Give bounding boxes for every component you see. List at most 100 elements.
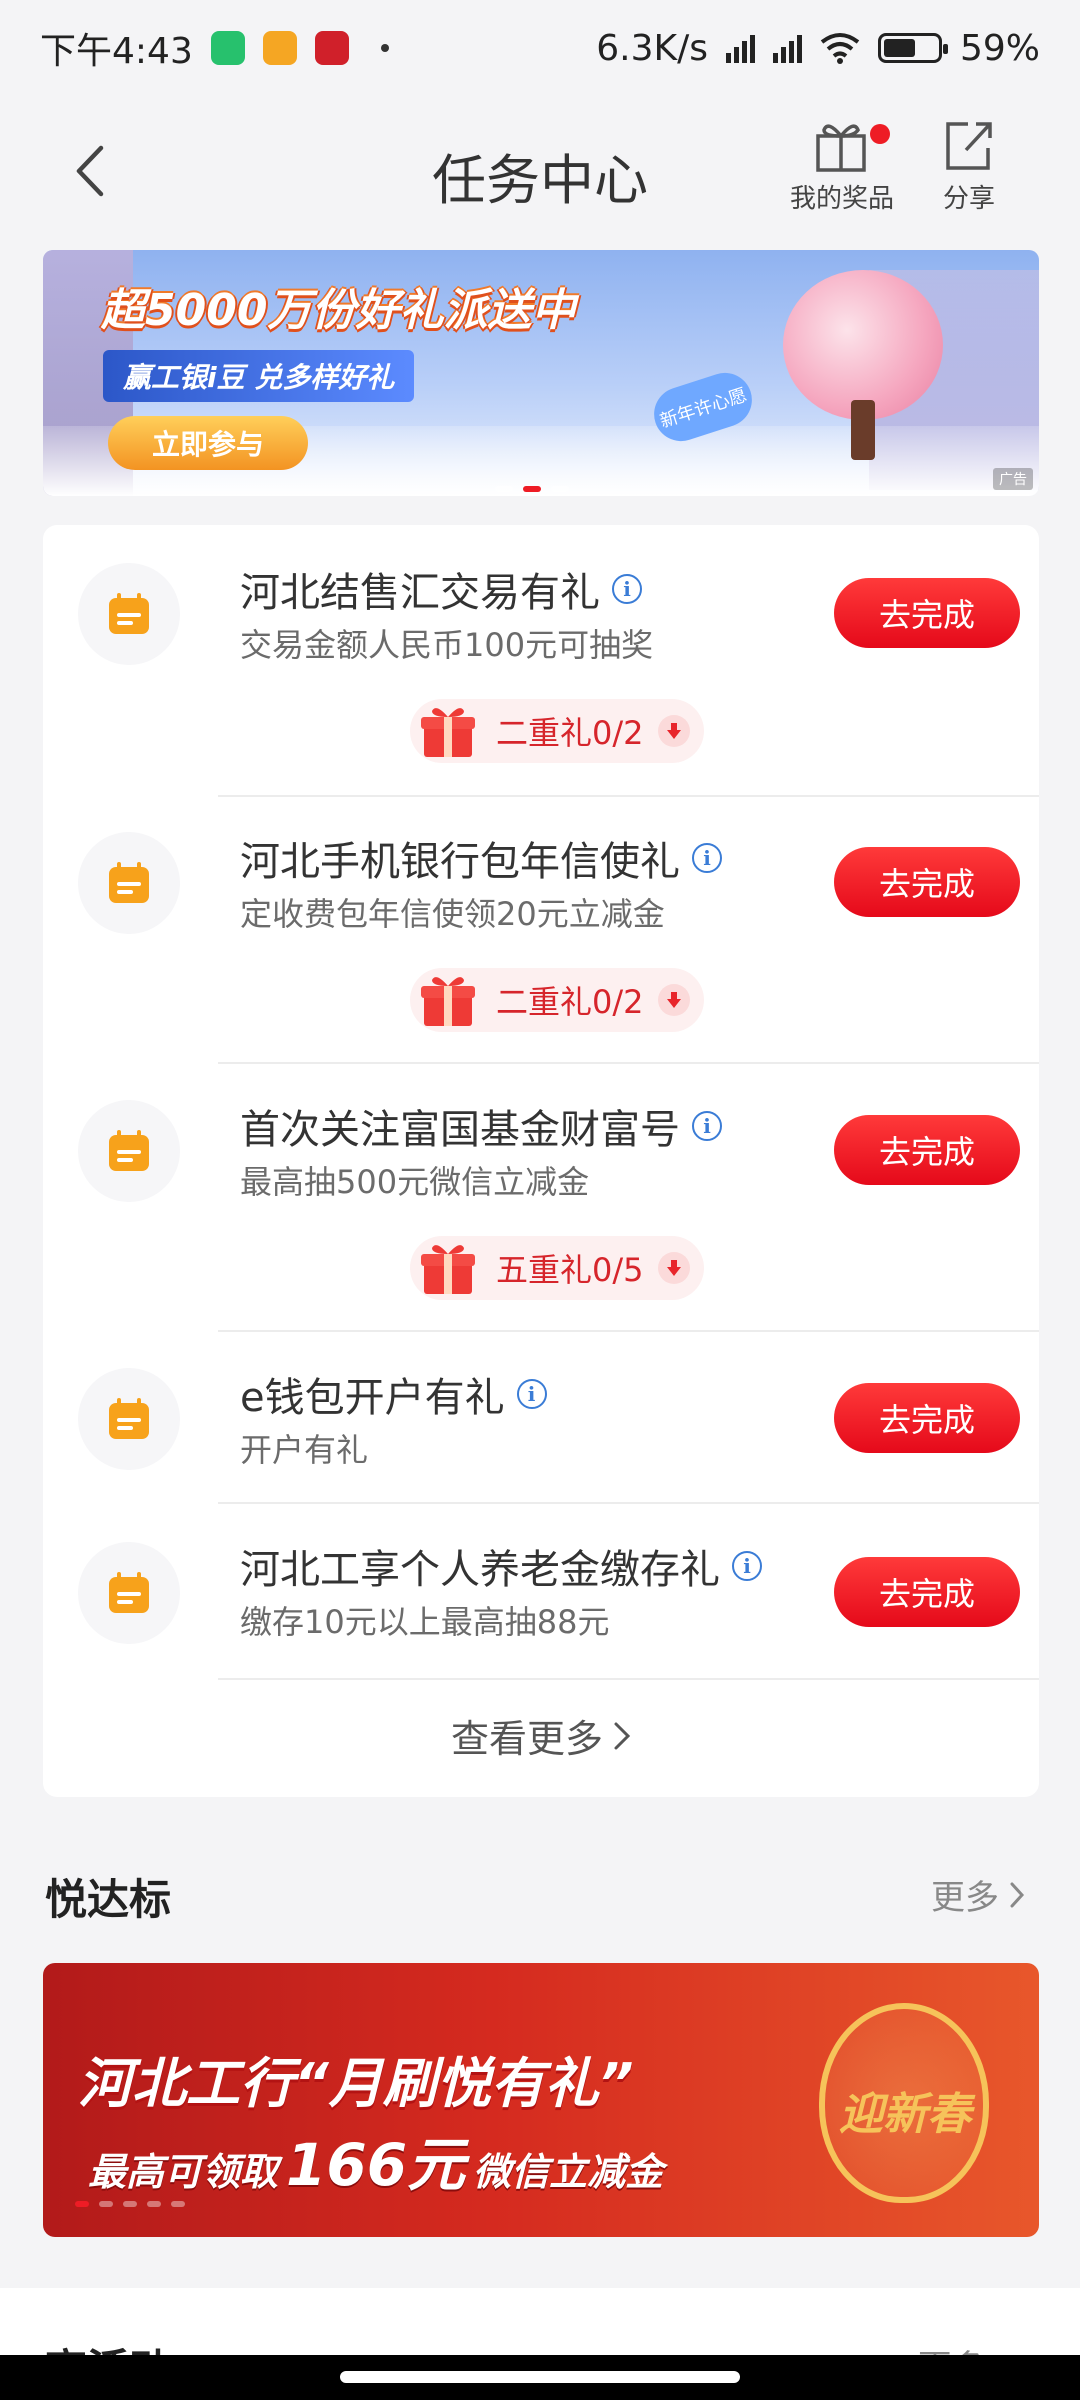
network-speed: 6.3K/s	[596, 27, 708, 69]
reward-progress[interactable]: 五重礼0/5	[410, 1236, 704, 1300]
task-title-text: e钱包开户有礼	[240, 1375, 505, 1421]
calendar-icon	[78, 1368, 180, 1470]
promo-carousel[interactable]: 迎新春 河北工行“月刷悦有礼” 最高可领取 166元 微信立减金	[43, 1963, 1039, 2237]
task-title: 河北结售汇交易有礼 i	[240, 560, 642, 618]
calendar-icon	[78, 1100, 180, 1202]
carousel-dot	[147, 2201, 161, 2207]
info-icon[interactable]: i	[732, 1551, 762, 1581]
promo-banner[interactable]: 新年许心愿 超5000万份好礼派送中 赢工银i豆 兑多样好礼 立即参与 广告	[43, 250, 1039, 496]
battery-fill	[883, 39, 915, 57]
promo-headline: 河北工行“月刷悦有礼”	[78, 2052, 634, 2115]
calendar-icon	[78, 563, 180, 665]
app-notification-icon	[210, 31, 245, 65]
reward-text: 二重礼0/2	[496, 714, 644, 752]
task-title-text: 河北工享个人养老金缴存礼	[240, 1547, 720, 1593]
chevron-left-icon	[76, 145, 104, 197]
calendar-icon	[78, 832, 180, 934]
task-title-text: 河北结售汇交易有礼	[240, 570, 600, 616]
carousel-dot	[99, 2201, 113, 2207]
go-complete-button[interactable]: 去完成	[834, 578, 1020, 648]
my-prizes-button[interactable]: 我的奖品	[790, 116, 894, 215]
carousel-dot	[123, 2201, 137, 2207]
status-right: 6.3K/s 59%	[596, 28, 1040, 69]
calendar-icon	[78, 1542, 180, 1644]
promo-amount: 166元	[286, 2131, 466, 2199]
gift-box-icon	[421, 1245, 475, 1294]
battery-percent: 59%	[959, 27, 1040, 69]
task-desc: 定收费包年信使领20元立减金	[240, 895, 665, 933]
section-more-text: 更多	[931, 1878, 999, 1918]
back-button[interactable]	[60, 136, 120, 206]
go-complete-button[interactable]: 去完成	[834, 1557, 1020, 1627]
share-label: 分享	[942, 184, 995, 214]
ornament-text: 迎新春	[839, 2089, 971, 2140]
info-icon[interactable]: i	[692, 843, 722, 873]
divider	[218, 1330, 1039, 1332]
status-bar: 下午4:43 6.3K/s 59%	[0, 0, 1080, 96]
section-more-link[interactable]: 更多	[931, 1870, 1025, 1919]
banner-cta-button[interactable]: 立即参与	[108, 416, 308, 470]
app-notification-icon	[314, 31, 349, 65]
chevron-right-icon	[614, 1722, 631, 1749]
chevron-right-icon	[1010, 1882, 1025, 1907]
promo-subline: 最高可领取 166元 微信立减金	[88, 2118, 663, 2202]
arrow-down-icon	[657, 715, 690, 747]
more-notifications-icon	[380, 44, 389, 52]
task-title: 河北手机银行包年信使礼 i	[240, 829, 722, 887]
task-desc: 交易金额人民币100元可抽奖	[240, 626, 654, 664]
task-title: e钱包开户有礼 i	[240, 1365, 547, 1423]
reward-progress[interactable]: 二重礼0/2	[410, 699, 704, 763]
task-desc: 最高抽500元微信立减金	[240, 1163, 590, 1201]
wish-tree-illustration	[783, 270, 943, 420]
task-desc: 开户有礼	[240, 1431, 369, 1469]
status-time: 下午4:43	[40, 31, 193, 72]
info-icon[interactable]: i	[516, 1379, 547, 1409]
task-desc: 缴存10元以上最高抽88元	[240, 1603, 610, 1641]
banner-subline: 赢工银i豆 兑多样好礼	[103, 350, 415, 402]
page-title: 任务中心	[432, 149, 648, 212]
system-nav-bar	[0, 2355, 1080, 2400]
gift-box-icon	[421, 708, 475, 757]
reward-text: 二重礼0/2	[496, 983, 644, 1021]
divider	[218, 1062, 1039, 1064]
carousel-indicator	[75, 2201, 185, 2207]
info-icon[interactable]: i	[692, 1111, 722, 1141]
reward-text: 五重礼0/5	[496, 1251, 644, 1289]
task-title: 首次关注富国基金财富号 i	[240, 1097, 722, 1155]
home-gesture-handle[interactable]	[340, 2371, 740, 2383]
tree-trunk	[851, 400, 875, 460]
header: 任务中心 我的奖品 分享	[0, 96, 1080, 246]
task-title-text: 首次关注富国基金财富号	[240, 1107, 680, 1153]
carousel-dot-active	[523, 486, 541, 492]
share-button[interactable]: 分享	[942, 116, 996, 215]
go-complete-button[interactable]: 去完成	[834, 847, 1020, 917]
go-complete-button[interactable]: 去完成	[834, 1115, 1020, 1185]
battery-icon	[877, 33, 948, 63]
banner-headline: 超5000万份好礼派送中	[101, 285, 576, 336]
reward-progress[interactable]: 二重礼0/2	[410, 968, 704, 1032]
carousel-dot-active	[75, 2201, 89, 2207]
arrow-down-icon	[657, 1252, 690, 1284]
wifi-icon	[820, 33, 860, 64]
arrow-down-icon	[657, 984, 690, 1016]
promo-subline-prefix: 最高可领取	[88, 2150, 279, 2194]
ad-tag: 广告	[993, 468, 1033, 490]
view-more-text: 查看更多	[450, 1717, 603, 1761]
divider	[218, 1502, 1039, 1504]
info-icon[interactable]: i	[612, 574, 642, 604]
section-title: 悦达标	[45, 1875, 172, 1924]
task-title: 河北工享个人养老金缴存礼 i	[240, 1537, 762, 1595]
divider	[218, 795, 1039, 797]
carousel-dot	[551, 486, 569, 492]
signal-icon	[725, 33, 755, 63]
carousel-indicator	[495, 486, 569, 492]
gift-icon	[816, 124, 866, 172]
notification-dot	[870, 124, 891, 144]
view-more-link[interactable]: 查看更多	[43, 1708, 1039, 1763]
go-complete-button[interactable]: 去完成	[834, 1383, 1020, 1453]
gift-box-icon	[421, 977, 475, 1026]
share-icon	[946, 122, 992, 170]
signal-icon	[772, 33, 802, 63]
task-title-text: 河北手机银行包年信使礼	[240, 839, 680, 885]
app-notification-icon	[262, 31, 297, 65]
